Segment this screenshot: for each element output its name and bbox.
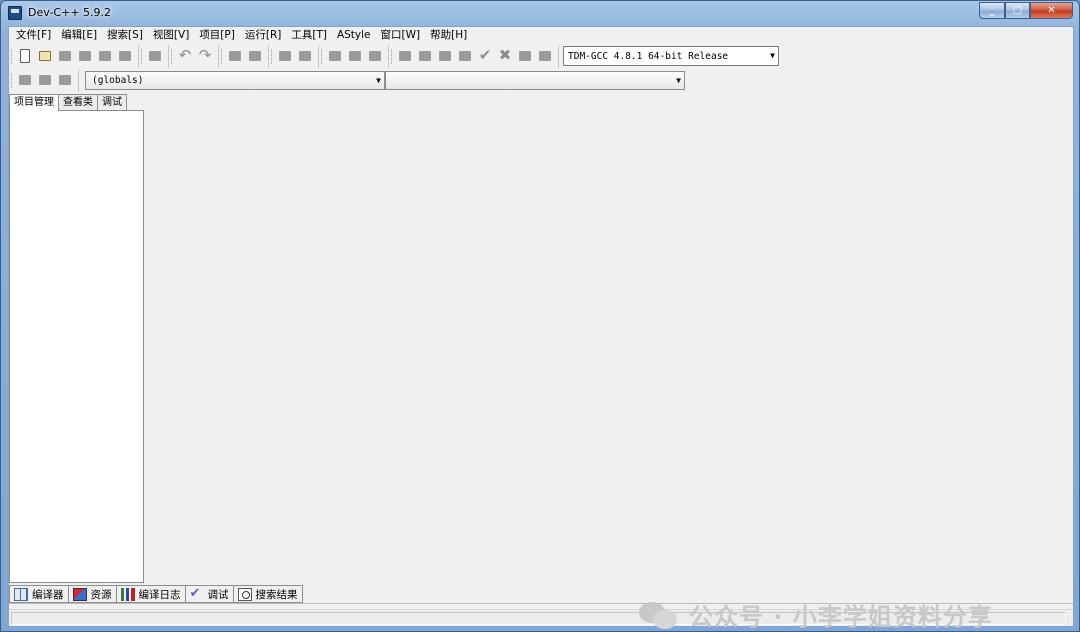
- undo-toolbar-group: ↶ ↷: [169, 44, 219, 68]
- find-icon[interactable]: [227, 48, 243, 64]
- compile-icon[interactable]: [397, 48, 413, 64]
- menu-bar: 文件[F] 编辑[E] 搜索[S] 视图[V] 项目[P] 运行[R] 工具[T…: [9, 27, 472, 44]
- watermark-text: 公众号 · 小李学姐资料分享: [689, 603, 993, 631]
- tab-debug-output-label: 调试: [207, 588, 229, 601]
- menu-run[interactable]: 运行[R]: [240, 27, 287, 44]
- stop-execution-icon[interactable]: ✖: [497, 48, 513, 64]
- search-toolbar-group: [219, 44, 269, 68]
- bookmark-toolbar-group: [9, 68, 79, 92]
- member-select[interactable]: ▼: [385, 70, 685, 90]
- goto-bookmark-icon[interactable]: [57, 72, 73, 88]
- chevron-down-icon: ▼: [770, 51, 775, 60]
- replace-icon[interactable]: [247, 48, 263, 64]
- add-to-project-icon[interactable]: [327, 48, 343, 64]
- tab-search-results-label: 搜索结果: [255, 588, 298, 601]
- run-icon[interactable]: [417, 48, 433, 64]
- file-toolbar-group: [9, 44, 139, 68]
- goto-toolbar-group: [269, 44, 319, 68]
- save-all-icon[interactable]: [77, 48, 93, 64]
- class-toolbar: (globals) ▼ ▼: [9, 68, 685, 92]
- maximize-button[interactable]: □: [1005, 2, 1030, 19]
- compile-toolbar-group: ✔ ✖: [389, 44, 559, 68]
- client-area: 文件[F] 编辑[E] 搜索[S] 视图[V] 项目[P] 运行[R] 工具[T…: [8, 26, 1074, 631]
- compiler-grid-icon: [14, 587, 28, 601]
- window-title: Dev-C++ 5.9.2: [28, 6, 112, 19]
- chevron-down-icon: ▼: [376, 75, 381, 85]
- tab-class-browser[interactable]: 查看类: [58, 94, 98, 110]
- wechat-icon: [639, 600, 679, 630]
- main-toolbar: ↶ ↷ ✔ ✖ TDM-GCC 4.8.1 64-bit Release ▼: [9, 44, 779, 68]
- tab-compiler[interactable]: 编译器: [9, 585, 69, 603]
- window-controls: _ □ ✕: [979, 2, 1073, 19]
- undo-icon[interactable]: ↶: [177, 48, 193, 64]
- menu-help[interactable]: 帮助[H]: [425, 27, 472, 44]
- tab-compile-log[interactable]: 编译日志: [115, 585, 186, 603]
- project-toolbar-group: [319, 44, 389, 68]
- new-file-icon[interactable]: [17, 48, 33, 64]
- find-icon: [237, 587, 252, 601]
- tab-search-results[interactable]: 搜索结果: [232, 585, 303, 603]
- app-window: Dev-C++ 5.9.2 _ □ ✕ 文件[F] 编辑[E] 搜索[S] 视图…: [0, 0, 1080, 632]
- output-tabs: 编译器 资源 编译日志 ✔ 调试 搜索结果: [9, 585, 303, 603]
- goto-function-icon[interactable]: [297, 48, 313, 64]
- project-options-icon[interactable]: [367, 48, 383, 64]
- tab-compiler-label: 编译器: [32, 588, 64, 601]
- menu-project[interactable]: 项目[P]: [194, 27, 240, 44]
- scope-select-value: (globals): [92, 74, 144, 86]
- menu-window[interactable]: 窗口[W]: [376, 27, 426, 44]
- compiler-select[interactable]: TDM-GCC 4.8.1 64-bit Release ▼: [563, 46, 779, 66]
- menu-file[interactable]: 文件[F]: [11, 27, 56, 44]
- redo-icon[interactable]: ↷: [197, 48, 213, 64]
- menu-search[interactable]: 搜索[S]: [102, 27, 148, 44]
- print-icon[interactable]: [147, 48, 163, 64]
- scope-select[interactable]: (globals) ▼: [85, 70, 385, 90]
- print-toolbar-group: [139, 44, 169, 68]
- open-file-icon[interactable]: [37, 48, 53, 64]
- remove-from-project-icon[interactable]: [347, 48, 363, 64]
- rebuild-all-icon[interactable]: [457, 48, 473, 64]
- compile-run-icon[interactable]: [437, 48, 453, 64]
- project-tree-pane[interactable]: [9, 110, 144, 583]
- resources-icon: [72, 587, 87, 601]
- minimize-button[interactable]: _: [979, 2, 1005, 19]
- left-panel-tabs: 项目管理 查看类 调试: [9, 94, 127, 111]
- tab-compile-log-label: 编译日志: [138, 588, 181, 601]
- watermark: 公众号 · 小李学姐资料分享: [639, 597, 993, 632]
- menu-tools[interactable]: 工具[T]: [286, 27, 332, 44]
- toggle-bookmark-icon[interactable]: [37, 72, 53, 88]
- menu-edit[interactable]: 编辑[E]: [56, 27, 102, 44]
- goto-line-icon[interactable]: [277, 48, 293, 64]
- tab-resources-label: 资源: [90, 588, 112, 601]
- insert-icon[interactable]: [17, 72, 33, 88]
- debug-icon[interactable]: [517, 48, 533, 64]
- close-file-icon[interactable]: [97, 48, 113, 64]
- tab-project-manager[interactable]: 项目管理: [9, 94, 59, 111]
- chart-icon: [120, 587, 135, 601]
- devcpp-app-icon: [8, 6, 22, 20]
- compiler-select-value: TDM-GCC 4.8.1 64-bit Release: [568, 50, 729, 62]
- profile-icon[interactable]: [537, 48, 553, 64]
- save-icon[interactable]: [57, 48, 73, 64]
- tab-debug[interactable]: 调试: [97, 94, 127, 110]
- tab-resources[interactable]: 资源: [67, 585, 117, 603]
- menu-astyle[interactable]: AStyle: [332, 27, 376, 44]
- syntax-check-icon[interactable]: ✔: [477, 48, 493, 64]
- close-button[interactable]: ✕: [1030, 2, 1073, 19]
- menu-view[interactable]: 视图[V]: [148, 27, 194, 44]
- close-all-icon[interactable]: [117, 48, 133, 64]
- checkmark-icon: ✔: [189, 585, 201, 601]
- tab-debug-output[interactable]: ✔ 调试: [184, 585, 234, 603]
- chevron-down-icon: ▼: [676, 75, 681, 85]
- title-bar[interactable]: Dev-C++ 5.9.2 _ □ ✕: [1, 1, 1079, 25]
